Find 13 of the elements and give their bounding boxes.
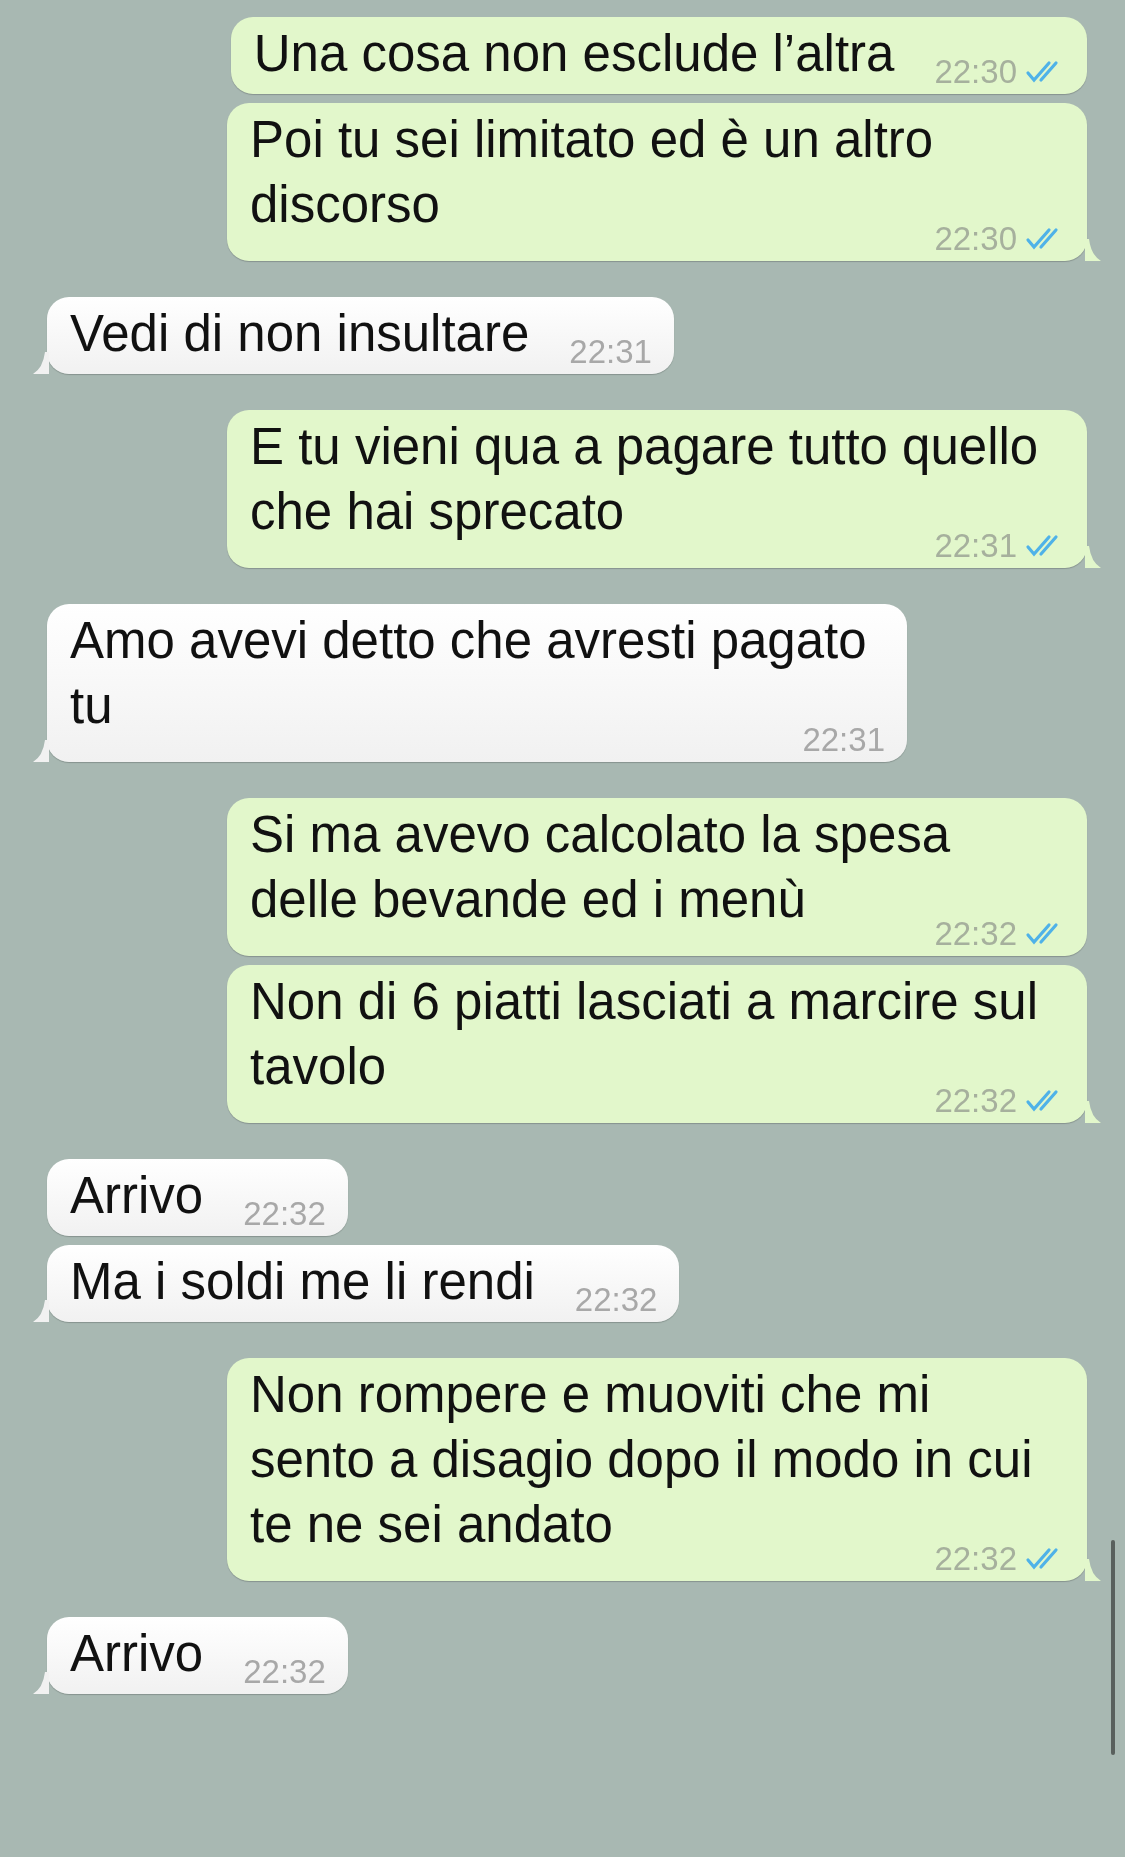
- message-text: Poi tu sei limitato ed è un altro discorso: [250, 110, 935, 235]
- message-time: 22:32: [574, 1280, 658, 1320]
- message-time: 22:32: [243, 1652, 326, 1692]
- message-time: 22:32: [243, 1194, 326, 1234]
- message-time: 22:30: [934, 219, 1017, 259]
- message-text: Una cosa non esclude l’altra: [253, 24, 895, 84]
- scrollbar[interactable]: [1111, 1540, 1115, 1755]
- message-time: 22:31: [569, 332, 652, 372]
- message-text: Vedi di non insultare: [70, 304, 530, 364]
- message-text: Ma i soldi me li rendi: [70, 1252, 535, 1312]
- message-text: Arrivo: [70, 1166, 204, 1226]
- message-text: Arrivo: [70, 1624, 204, 1684]
- message-time: 22:30: [934, 52, 1017, 92]
